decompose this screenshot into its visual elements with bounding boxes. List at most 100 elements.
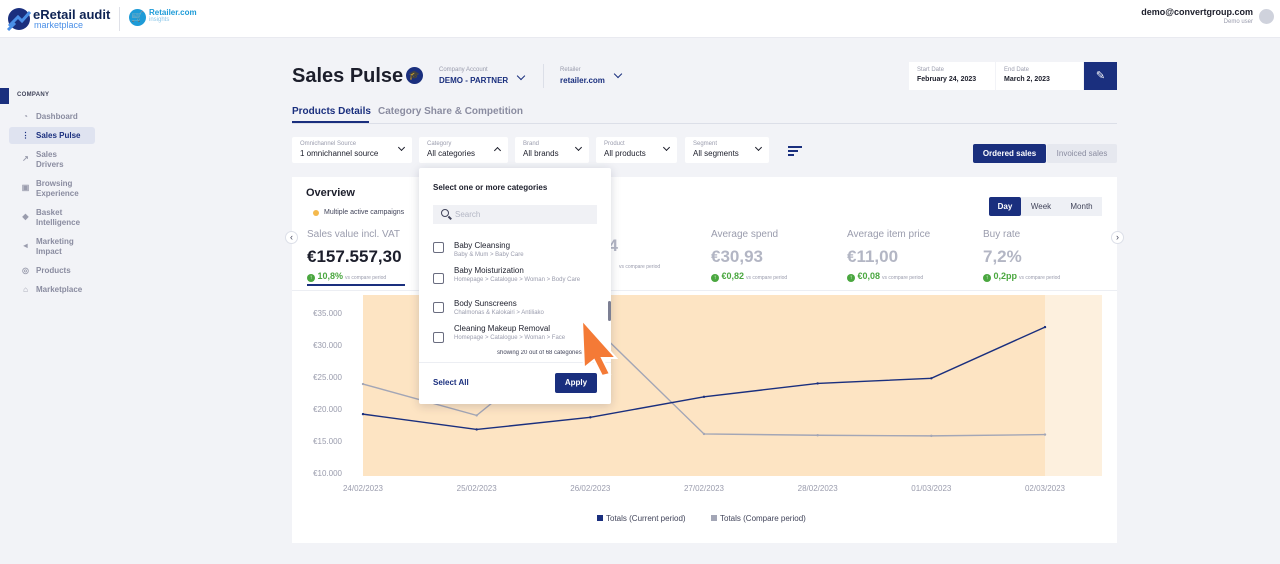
- sidebar-item-label: Marketing Impact: [36, 237, 74, 256]
- start-date-field[interactable]: Start Date February 24, 2023: [909, 62, 995, 90]
- kpi-value: €157.557,30: [307, 247, 402, 266]
- kpi-note: vs compare period: [746, 275, 788, 281]
- filter-segment[interactable]: Segment All segments: [685, 137, 769, 163]
- period-month-button[interactable]: Month: [1061, 197, 1102, 216]
- kpi-delta-value: €0,08: [857, 271, 881, 281]
- pie-chart-icon: ◔: [23, 112, 28, 121]
- kpi-label: Average item price: [847, 229, 931, 240]
- kpi-delta-value: 10,8%: [317, 271, 344, 281]
- sidebar-item-dashboard[interactable]: ◔ Dashboard: [9, 112, 95, 122]
- chevron-right-icon[interactable]: ›: [1111, 231, 1124, 244]
- kpi-average-spend[interactable]: Average spend €30,93 ↑ €0,82 vs compare p…: [711, 229, 787, 282]
- legend-compare-period[interactable]: Totals (Compare period): [711, 514, 806, 523]
- sidebar-item-label: Browsing Experience: [36, 179, 79, 198]
- category-path: Baby & Mum > Baby Care: [454, 252, 524, 258]
- calendar-edit-icon: ✎: [1095, 70, 1106, 82]
- legend-label: Totals (Compare period): [720, 514, 806, 523]
- period-week-button[interactable]: Week: [1021, 197, 1061, 216]
- header-divider: [543, 64, 544, 88]
- x-tick-label: 28/02/2023: [798, 484, 839, 493]
- kpi-delta: ↑ €0,08 vs compare period: [847, 271, 930, 282]
- search-icon: [441, 209, 449, 217]
- sidebar-item-sales-pulse[interactable]: ⋮ Sales Pulse: [9, 127, 95, 144]
- retailer-label: Retailer: [560, 67, 581, 73]
- kpi-sales-value[interactable]: Sales value incl. VAT €157.557,30 ↑ 10,8…: [307, 229, 402, 282]
- megaphone-icon: ◂: [23, 241, 28, 250]
- user-email[interactable]: demo@convertgroup.com: [1141, 7, 1253, 17]
- filter-product[interactable]: Product All products: [596, 137, 677, 163]
- calendar-edit-button[interactable]: ✎: [1084, 62, 1117, 90]
- chevron-down-icon[interactable]: [516, 71, 526, 81]
- arrow-up-icon: ↑: [847, 274, 855, 282]
- sidebar-item-sales-drivers[interactable]: ↗ Sales Drivers: [9, 150, 79, 170]
- tabs-baseline: [292, 123, 1117, 124]
- pulse-icon: ⋮: [21, 131, 30, 140]
- category-path: Homepage > Catalogue > Woman > Face: [454, 335, 566, 341]
- filter-label: Segment: [693, 141, 718, 147]
- current-period-point: [702, 395, 706, 399]
- page-title: Sales Pulse: [292, 65, 404, 87]
- start-date-value: February 24, 2023: [917, 76, 977, 83]
- sidebar-heading: COMPANY: [17, 92, 50, 98]
- products-icon: ◎: [22, 266, 29, 275]
- category-path: Homepage > Catalogue > Woman > Body Care: [454, 277, 581, 283]
- select-all-link[interactable]: Select All: [433, 378, 469, 387]
- category-name: Cleaning Makeup Removal: [454, 324, 551, 333]
- tab-category-share[interactable]: Category Share & Competition: [378, 106, 523, 117]
- apply-button[interactable]: Apply: [555, 373, 597, 393]
- kpi-note: vs compare period: [1019, 275, 1061, 281]
- sidebar-item-products[interactable]: ◎ Products: [9, 266, 95, 276]
- filter-value: 1 omnichannel source: [300, 149, 379, 158]
- filter-value: All categories: [427, 149, 476, 158]
- y-tick-label: €25.000: [313, 373, 342, 382]
- legend-current-period[interactable]: Totals (Current period): [597, 514, 686, 523]
- category-search-input[interactable]: [433, 205, 597, 224]
- filter-value: All segments: [693, 149, 739, 158]
- company-account-select[interactable]: Company Account DEMO - PARTNER: [439, 67, 508, 85]
- start-date-label: Start Date: [917, 67, 945, 73]
- sidebar-item-label: Sales Drivers: [36, 150, 64, 169]
- checkbox[interactable]: [433, 242, 444, 253]
- ordered-sales-toggle[interactable]: Ordered sales: [973, 144, 1046, 163]
- active-tab-indicator: [292, 121, 369, 123]
- user-avatar-icon[interactable]: [1259, 9, 1274, 24]
- sort-filter-icon[interactable]: [788, 146, 802, 156]
- filter-brand[interactable]: Brand All brands: [515, 137, 589, 163]
- checkbox[interactable]: [433, 273, 444, 284]
- period-day-button[interactable]: Day: [989, 197, 1021, 216]
- tab-products-details[interactable]: Products Details: [292, 106, 371, 117]
- checkbox[interactable]: [433, 302, 444, 313]
- end-date-field[interactable]: End Date March 2, 2023: [996, 62, 1083, 90]
- app-logo[interactable]: eRetail audit marketplace: [6, 4, 118, 34]
- sidebar-item-label: Sales Pulse: [36, 131, 81, 140]
- chevron-left-icon[interactable]: ‹: [285, 231, 298, 244]
- y-tick-label: €20.000: [313, 405, 342, 414]
- sidebar-item-basket-intelligence[interactable]: ◆ Basket Intelligence: [9, 208, 95, 228]
- brand-subtitle: marketplace: [34, 20, 84, 30]
- category-name: Baby Moisturization: [454, 266, 524, 275]
- category-path: Chalmonas & Kalokairi > Antiliako: [454, 310, 544, 316]
- kpi-note: vs compare period: [619, 264, 661, 270]
- sidebar-item-marketing-impact[interactable]: ◂ Marketing Impact: [9, 237, 95, 257]
- current-period-point: [816, 382, 819, 385]
- home-icon: ⌂: [23, 285, 28, 294]
- invoiced-sales-toggle[interactable]: Invoiced sales: [1047, 144, 1117, 163]
- dropdown-count-text: showing 20 out of 68 categories: [497, 350, 582, 356]
- filter-label: Omnichannel Source: [300, 141, 357, 147]
- filter-label: Product: [604, 141, 625, 147]
- trend-icon: ↗: [22, 154, 29, 163]
- arrow-up-icon: ↑: [983, 274, 991, 282]
- sidebar-item-marketplace[interactable]: ⌂ Marketplace: [9, 285, 95, 295]
- retailer-select[interactable]: Retailer retailer.com: [560, 67, 605, 85]
- chevron-down-icon[interactable]: [613, 69, 623, 79]
- kpi-buy-rate[interactable]: Buy rate 7,2% ↑ 0,2pp vs compare period: [983, 229, 1060, 282]
- graduation-cap-icon[interactable]: 🎓: [406, 67, 423, 84]
- checkbox[interactable]: [433, 332, 444, 343]
- kpi-average-item-price[interactable]: Average item price €11,00 ↑ €0,08 vs comp…: [847, 229, 930, 282]
- filter-category[interactable]: Category All categories: [419, 137, 508, 163]
- x-tick-label: 01/03/2023: [911, 484, 952, 493]
- filter-label: Brand: [523, 141, 540, 147]
- filter-omnichannel-source[interactable]: Omnichannel Source 1 omnichannel source: [292, 137, 412, 163]
- retailer-logo-sub: insights: [149, 17, 170, 23]
- sidebar-item-browsing-experience[interactable]: ▣ Browsing Experience: [9, 179, 95, 199]
